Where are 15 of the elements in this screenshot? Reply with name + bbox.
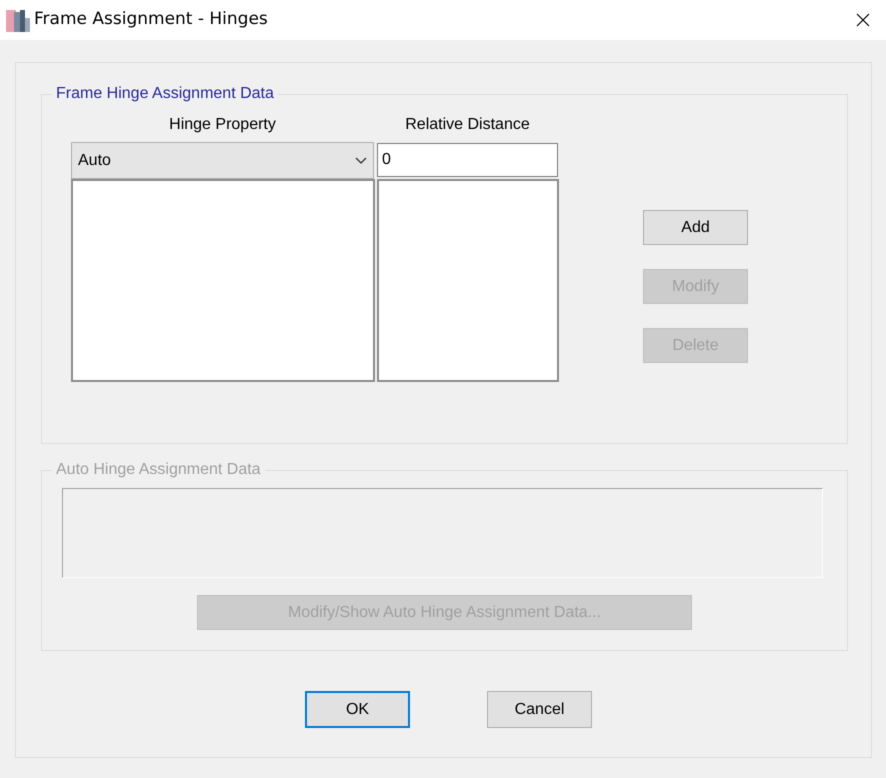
relative-distance-field[interactable]: 0	[377, 143, 558, 177]
hinge-property-list[interactable]	[71, 179, 375, 382]
relative-distance-list[interactable]	[377, 179, 559, 382]
group-title: Auto Hinge Assignment Data	[52, 460, 265, 480]
dialog-button[interactable]: OK	[305, 691, 410, 728]
group-title: Frame Hinge Assignment Data	[52, 84, 278, 104]
close-icon	[855, 12, 871, 28]
dialog-button[interactable]: Cancel	[487, 691, 592, 728]
column-header: Relative Distance	[404, 115, 531, 135]
hinge-property-dropdown[interactable]: Auto	[71, 142, 374, 179]
chevron-down-icon	[355, 156, 367, 164]
column-header: Hinge Property	[168, 115, 277, 135]
buildings-icon	[6, 8, 30, 32]
action-button[interactable]: Add	[643, 210, 748, 245]
window-title: Frame Assignment - Hinges	[34, 8, 268, 32]
